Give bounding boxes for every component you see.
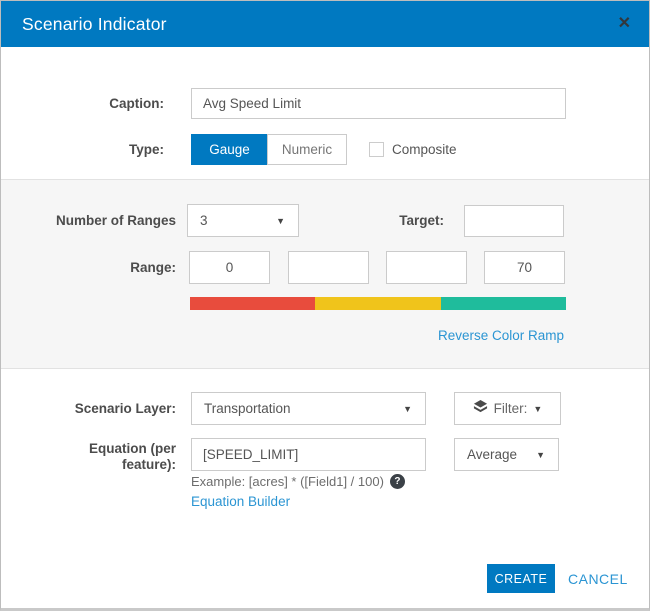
ramp-segment-yellow bbox=[315, 297, 440, 310]
equation-label: Equation (per feature): bbox=[66, 441, 176, 473]
target-label: Target: bbox=[344, 213, 444, 229]
operation-value: Average bbox=[455, 447, 517, 462]
type-label: Type: bbox=[1, 142, 164, 158]
help-icon[interactable]: ? bbox=[390, 474, 405, 489]
equation-example-row: Example: [acres] * ([Field1] / 100) ? bbox=[191, 474, 405, 489]
range-label: Range: bbox=[1, 260, 176, 276]
ramp-segment-green bbox=[441, 297, 566, 310]
caption-label: Caption: bbox=[1, 96, 164, 112]
create-button[interactable]: CREATE bbox=[487, 564, 555, 593]
dialog-header: Scenario Indicator ✕ bbox=[1, 1, 649, 47]
type-segmented-control: Gauge Numeric bbox=[191, 134, 347, 165]
range-input-3[interactable] bbox=[386, 251, 467, 284]
filter-label: Filter: bbox=[494, 401, 528, 416]
dialog-title: Scenario Indicator bbox=[22, 1, 167, 47]
color-ramp bbox=[190, 297, 566, 310]
ramp-segment-red bbox=[190, 297, 315, 310]
number-of-ranges-label: Number of Ranges bbox=[1, 213, 176, 229]
scenario-layer-value: Transportation bbox=[192, 401, 291, 416]
layers-icon bbox=[473, 399, 488, 419]
equation-example-text: Example: [acres] * ([Field1] / 100) bbox=[191, 474, 384, 489]
close-icon[interactable]: ✕ bbox=[618, 1, 631, 47]
composite-checkbox[interactable] bbox=[369, 142, 384, 157]
chevron-down-icon: ▼ bbox=[403, 404, 412, 414]
range-input-2[interactable] bbox=[288, 251, 369, 284]
caption-input[interactable] bbox=[191, 88, 566, 119]
operation-select[interactable]: Average ▼ bbox=[454, 438, 559, 471]
chevron-down-icon: ▼ bbox=[276, 216, 285, 226]
number-of-ranges-select[interactable]: 3 ▼ bbox=[187, 204, 299, 237]
range-input-1[interactable] bbox=[189, 251, 270, 284]
number-of-ranges-value: 3 bbox=[188, 213, 208, 228]
equation-builder-link[interactable]: Equation Builder bbox=[191, 494, 290, 509]
reverse-color-ramp-link[interactable]: Reverse Color Ramp bbox=[438, 328, 564, 343]
range-input-4[interactable] bbox=[484, 251, 565, 284]
equation-input[interactable] bbox=[191, 438, 426, 471]
cancel-button[interactable]: CANCEL bbox=[568, 571, 628, 587]
numeric-button[interactable]: Numeric bbox=[267, 134, 347, 165]
gauge-button[interactable]: Gauge bbox=[191, 134, 267, 165]
scenario-layer-select[interactable]: Transportation ▼ bbox=[191, 392, 426, 425]
chevron-down-icon: ▼ bbox=[536, 450, 545, 460]
scenario-layer-label: Scenario Layer: bbox=[1, 401, 176, 417]
target-input[interactable] bbox=[464, 205, 564, 237]
composite-label: Composite bbox=[392, 142, 457, 157]
scenario-indicator-dialog: Scenario Indicator ✕ Caption: Type: Gaug… bbox=[0, 0, 650, 611]
chevron-down-icon: ▼ bbox=[533, 404, 542, 414]
filter-button[interactable]: Filter: ▼ bbox=[454, 392, 561, 425]
